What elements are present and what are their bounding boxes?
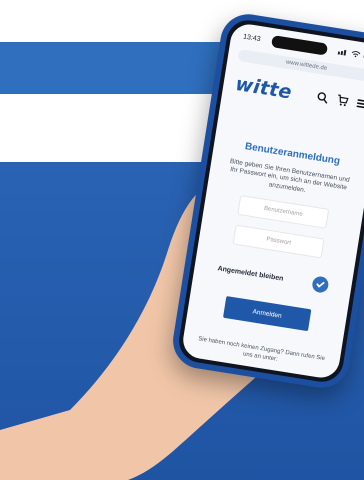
brand-logo[interactable]: witte: [234, 73, 293, 104]
password-placeholder: Passwort: [265, 236, 292, 247]
menu-icon[interactable]: [355, 97, 364, 111]
cart-icon[interactable]: [336, 94, 350, 108]
wifi-icon: [350, 49, 361, 59]
status-icons: [337, 47, 364, 62]
remember-me-label: Angemeldet bleiben: [217, 265, 284, 283]
dynamic-island: [270, 35, 328, 56]
search-icon[interactable]: [316, 91, 330, 105]
remember-me-checkbox[interactable]: [311, 275, 330, 295]
username-field[interactable]: Benutzername: [237, 195, 330, 230]
login-button-label: Anmelden: [252, 308, 283, 320]
username-placeholder: Benutzername: [263, 206, 303, 219]
remember-me-row[interactable]: Angemeldet bleiben: [216, 261, 330, 295]
checkmark-icon: [316, 282, 325, 288]
password-field[interactable]: Passwort: [232, 224, 325, 259]
status-time: 13:43: [242, 32, 262, 43]
header-icons: [316, 91, 364, 111]
signal-icon: [337, 47, 348, 57]
login-button[interactable]: Anmelden: [222, 296, 312, 332]
